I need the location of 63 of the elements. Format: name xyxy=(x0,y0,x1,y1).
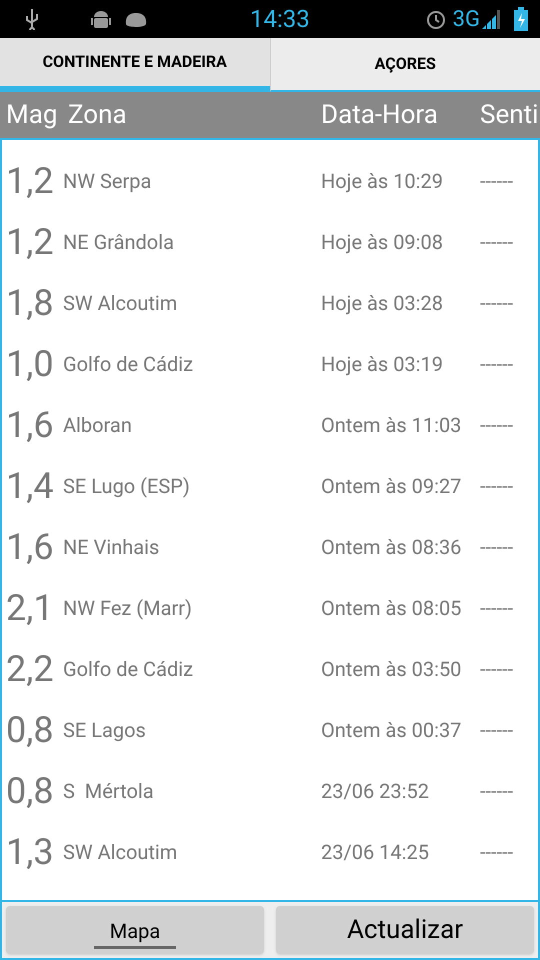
zone-cell-text: S Mértola xyxy=(63,778,155,804)
datetime-cell-text: Hoje às 03:19 xyxy=(321,350,444,378)
refresh-button[interactable]: Actualizar xyxy=(276,906,534,954)
zone-cell-text: SW Alcoutim xyxy=(63,290,178,316)
alarm-icon xyxy=(424,8,447,30)
usb-icon xyxy=(24,8,40,30)
clock-time: 14:33 xyxy=(250,4,310,35)
zone-cell-text: Golfo de Cádiz xyxy=(63,656,194,682)
zone-cell-text: SW Alcoutim xyxy=(63,838,178,866)
felt-cell-text: ------ xyxy=(480,350,514,378)
magnitude-cell-text: 1,2 xyxy=(6,158,55,204)
datetime-cell-text: Hoje às 09:08 xyxy=(321,228,444,256)
zone-cell-text: NW Fez (Marr) xyxy=(63,594,194,622)
zone-cell-text: NW Serpa xyxy=(63,168,152,194)
magnitude-cell-text: 1,6 xyxy=(6,524,55,570)
datetime-cell-text: 23/06 23:52 xyxy=(321,778,430,804)
magnitude-cell-text: 1,0 xyxy=(6,342,55,386)
map-button[interactable]: Mapa xyxy=(6,906,264,954)
tab[interactable]: AÇORES xyxy=(270,38,540,92)
android-icon xyxy=(90,8,112,30)
magnitude-cell-text: 1,6 xyxy=(6,402,55,448)
datetime-cell-text: Hoje às 03:28 xyxy=(321,290,444,316)
felt-cell-text: ------ xyxy=(480,412,514,438)
datetime-cell-text: Hoje às 10:29 xyxy=(321,168,444,194)
signal-icon xyxy=(480,8,502,30)
magnitude-cell-text: 2,2 xyxy=(6,646,55,692)
datetime-cell-text: Ontem às 00:37 xyxy=(321,716,462,744)
zone-cell-text: Alboran xyxy=(63,412,133,438)
column-header: Mag xyxy=(6,98,58,132)
column-header: Data-Hora xyxy=(321,98,439,132)
zone-cell-text: Golfo de Cádiz xyxy=(63,350,194,378)
column-header: Zona xyxy=(68,98,128,132)
network-type: 3G xyxy=(452,6,480,34)
felt-cell-text: ------ xyxy=(480,290,514,316)
felt-cell-text: ------ xyxy=(480,472,514,500)
datetime-cell-text: Ontem às 11:03 xyxy=(321,412,462,438)
zone-cell-text: NE Grândola xyxy=(63,228,175,256)
felt-cell-text: ------ xyxy=(480,228,514,256)
datetime-cell-text: Ontem às 08:05 xyxy=(321,594,462,622)
felt-cell-text: ------ xyxy=(480,838,514,866)
felt-cell-text: ------ xyxy=(480,534,514,560)
magnitude-cell-text: 1,8 xyxy=(6,280,55,326)
column-header: Senti xyxy=(480,98,538,132)
zone-cell-text: SE Lugo (ESP) xyxy=(63,472,191,500)
datetime-cell-text: Ontem às 03:50 xyxy=(321,656,462,682)
magnitude-cell-text: 2,1 xyxy=(6,586,55,630)
felt-cell-text: ------ xyxy=(480,594,514,622)
felt-cell-text: ------ xyxy=(480,168,514,194)
zone-cell-text: NE Vinhais xyxy=(63,534,160,560)
magnitude-cell-text: 0,8 xyxy=(6,708,55,752)
datetime-cell-text: 23/06 14:25 xyxy=(321,838,430,866)
felt-cell-text: ------ xyxy=(480,716,514,744)
datetime-cell-text: Ontem às 08:36 xyxy=(321,534,462,560)
magnitude-cell-text: 0,8 xyxy=(6,768,55,814)
magnitude-cell-text: 1,3 xyxy=(6,830,55,874)
magnitude-cell-text: 1,2 xyxy=(6,220,55,264)
magnitude-cell-text: 1,4 xyxy=(6,464,55,508)
felt-cell-text: ------ xyxy=(480,778,514,804)
felt-cell-text: ------ xyxy=(480,656,514,682)
zone-cell-text: SE Lagos xyxy=(63,716,147,744)
battery-icon xyxy=(514,7,528,31)
tab[interactable]: CONTINENTE E MADEIRA xyxy=(0,38,270,92)
datetime-cell-text: Ontem às 09:27 xyxy=(321,472,462,500)
